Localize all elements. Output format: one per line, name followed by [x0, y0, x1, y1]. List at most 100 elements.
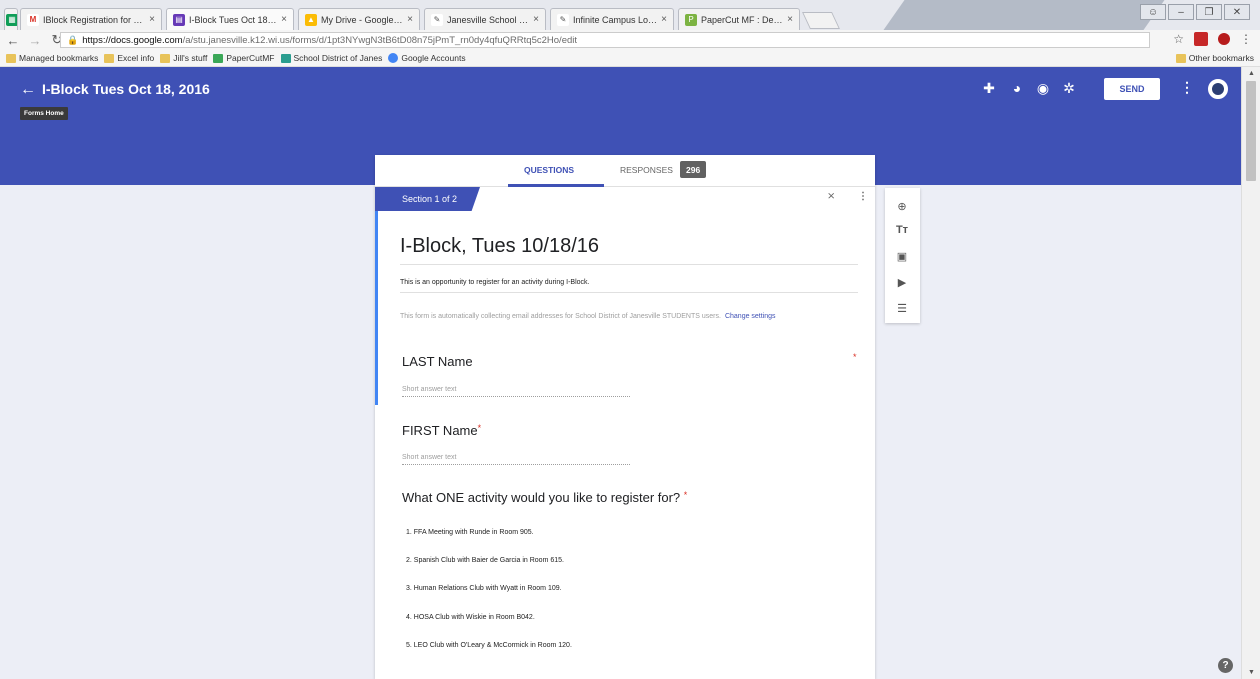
- drive-icon: ▲: [305, 13, 317, 26]
- title-icon[interactable]: Tт: [894, 222, 910, 238]
- focus-accent: [375, 211, 378, 405]
- tab-responses[interactable]: RESPONSES: [620, 165, 673, 175]
- forward-icon[interactable]: →: [26, 33, 44, 48]
- section-more-icon[interactable]: ⋮: [858, 191, 868, 202]
- browser-tab-district[interactable]: ✎ Janesville School District K ×: [424, 8, 546, 30]
- section-icon[interactable]: ☰: [894, 300, 910, 316]
- back-arrow-icon[interactable]: ←: [20, 81, 36, 99]
- eye-icon[interactable]: ◉: [1034, 79, 1052, 97]
- question-title[interactable]: LAST Name: [402, 354, 473, 369]
- close-icon[interactable]: ×: [787, 14, 793, 25]
- video-icon[interactable]: ▶: [894, 274, 910, 290]
- pinned-tab-sheets[interactable]: ▦: [4, 8, 18, 30]
- star-icon[interactable]: ☆: [1173, 32, 1184, 46]
- address-bar-row: ← → ↻ 🔒 https://docs.google.com/a/stu.ja…: [0, 30, 1260, 50]
- close-icon[interactable]: ×: [149, 14, 155, 25]
- restore-icon[interactable]: ❐: [1196, 4, 1222, 20]
- add-circle-icon[interactable]: ⊕: [894, 198, 910, 214]
- scroll-thumb[interactable]: [1246, 81, 1256, 181]
- question-title[interactable]: FIRST Name*: [402, 423, 481, 438]
- required-asterisk: *: [683, 490, 688, 500]
- back-icon[interactable]: ←: [4, 33, 22, 48]
- google-icon: [388, 53, 399, 63]
- gear-icon[interactable]: ✲: [1060, 79, 1078, 97]
- help-icon[interactable]: ?: [1218, 658, 1233, 673]
- close-icon[interactable]: ×: [533, 14, 539, 25]
- folder-icon: [104, 53, 115, 63]
- bookmarks-bar: Managed bookmarks Excel info Jill's stuf…: [0, 50, 1260, 67]
- pen-icon: ✎: [431, 13, 443, 26]
- profile-icon[interactable]: ☺: [1140, 4, 1166, 20]
- forms-home-tooltip: Forms Home: [20, 107, 68, 120]
- page-scrollbar[interactable]: ▲ ▼: [1241, 67, 1260, 679]
- folder-icon: [1175, 53, 1186, 63]
- form-description[interactable]: This is an opportunity to register for a…: [400, 279, 858, 293]
- list-item: 5. LEO Club with O'Leary & McCormick in …: [406, 642, 572, 649]
- form-heading[interactable]: I-Block, Tues 10/18/16: [400, 235, 858, 265]
- folder-icon: [160, 53, 171, 63]
- list-item: 4. HOSA Club with Wiskie in Room B042.: [406, 614, 535, 621]
- sheets-icon: ▦: [6, 13, 17, 26]
- papercut-icon: [213, 53, 224, 63]
- new-tab-button[interactable]: [802, 12, 840, 29]
- browser-tab-papercut[interactable]: P PaperCut MF : Deposit : D ×: [678, 8, 800, 30]
- bookmark-managed[interactable]: Managed bookmarks: [6, 53, 98, 63]
- browser-tab-gmail[interactable]: M IBlock Registration for Tue ×: [20, 8, 162, 30]
- list-item: 3. Human Relations Club with Wyatt in Ro…: [406, 585, 562, 592]
- browser-window: ▦ M IBlock Registration for Tue × ▤ I-Bl…: [0, 0, 1260, 679]
- minimize-icon[interactable]: –: [1168, 4, 1194, 20]
- bookmark-excel[interactable]: Excel info: [104, 53, 154, 63]
- puzzle-icon[interactable]: ✚: [980, 79, 998, 97]
- palette-icon[interactable]: ◕: [1008, 79, 1026, 97]
- scroll-up-icon[interactable]: ▲: [1248, 70, 1255, 77]
- folder-icon: [6, 53, 16, 63]
- close-icon[interactable]: ×: [407, 14, 413, 25]
- bookmark-jill[interactable]: Jill's stuff: [160, 53, 207, 63]
- add-tools-panel: ⊕ Tт ▣ ▶ ☰: [885, 188, 920, 323]
- browser-tab-forms[interactable]: ▤ I-Block Tues Oct 18, 2016 ×: [166, 8, 294, 30]
- bookmark-district[interactable]: School District of Janes: [280, 53, 382, 63]
- required-asterisk: *: [853, 352, 857, 362]
- form-title[interactable]: I-Block Tues Oct 18, 2016: [42, 81, 210, 97]
- tab-strip: ▦ M IBlock Registration for Tue × ▤ I-Bl…: [0, 0, 1260, 30]
- menu-icon[interactable]: ⋮: [1240, 32, 1252, 46]
- pen-icon: ✎: [557, 13, 569, 26]
- lock-icon: 🔒: [67, 34, 79, 45]
- change-settings-link[interactable]: Change settings: [725, 313, 776, 320]
- short-answer-field: Short answer text: [402, 454, 630, 465]
- form-card: QUESTIONS RESPONSES 296 Section 1 of 2 ⨯…: [375, 155, 875, 679]
- extensions: ☆ ⋮: [1173, 32, 1252, 46]
- gmail-icon: M: [27, 13, 39, 26]
- window-controls: ☺ – ❐ ✕: [1140, 4, 1250, 20]
- response-count-badge: 296: [680, 161, 707, 178]
- browser-tab-drive[interactable]: ▲ My Drive - Google Drive ×: [298, 8, 420, 30]
- tab-questions[interactable]: QUESTIONS: [524, 165, 574, 175]
- image-icon[interactable]: ▣: [894, 248, 910, 264]
- browser-tab-campus[interactable]: ✎ Infinite Campus Log In Sc ×: [550, 8, 674, 30]
- list-item: 2. Spanish Club with Baier de Garcia in …: [406, 557, 564, 564]
- question-title[interactable]: What ONE activity would you like to regi…: [402, 490, 687, 505]
- short-answer-field: Short answer text: [402, 386, 630, 397]
- list-item: 1. FFA Meeting with Runde in Room 905.: [406, 529, 534, 536]
- extension-icon[interactable]: [1218, 33, 1230, 45]
- email-notice: This form is automatically collecting em…: [400, 313, 776, 320]
- send-button[interactable]: SEND: [1104, 78, 1160, 100]
- forms-icon: ▤: [173, 13, 185, 26]
- bookmark-other[interactable]: Other bookmarks: [1175, 53, 1254, 63]
- scroll-down-icon[interactable]: ▼: [1248, 669, 1255, 676]
- avatar[interactable]: [1206, 77, 1230, 101]
- close-window-icon[interactable]: ✕: [1224, 4, 1250, 20]
- papercut-icon: P: [685, 13, 697, 26]
- more-vert-icon[interactable]: ⋮: [1180, 79, 1194, 96]
- tab-underline: [508, 184, 604, 187]
- required-asterisk: *: [477, 423, 482, 433]
- collapse-icon[interactable]: ⨯: [827, 191, 835, 202]
- url-field[interactable]: 🔒 https://docs.google.com/a/stu.janesvil…: [60, 32, 1150, 48]
- district-icon: [280, 53, 291, 63]
- bookmark-google-accounts[interactable]: Google Accounts: [388, 53, 466, 63]
- pdf-extension-icon[interactable]: [1194, 32, 1208, 46]
- close-icon[interactable]: ×: [661, 14, 667, 25]
- section-label: Section 1 of 2: [375, 187, 480, 211]
- bookmark-papercut[interactable]: PaperCutMF: [213, 53, 275, 63]
- close-icon[interactable]: ×: [281, 14, 287, 25]
